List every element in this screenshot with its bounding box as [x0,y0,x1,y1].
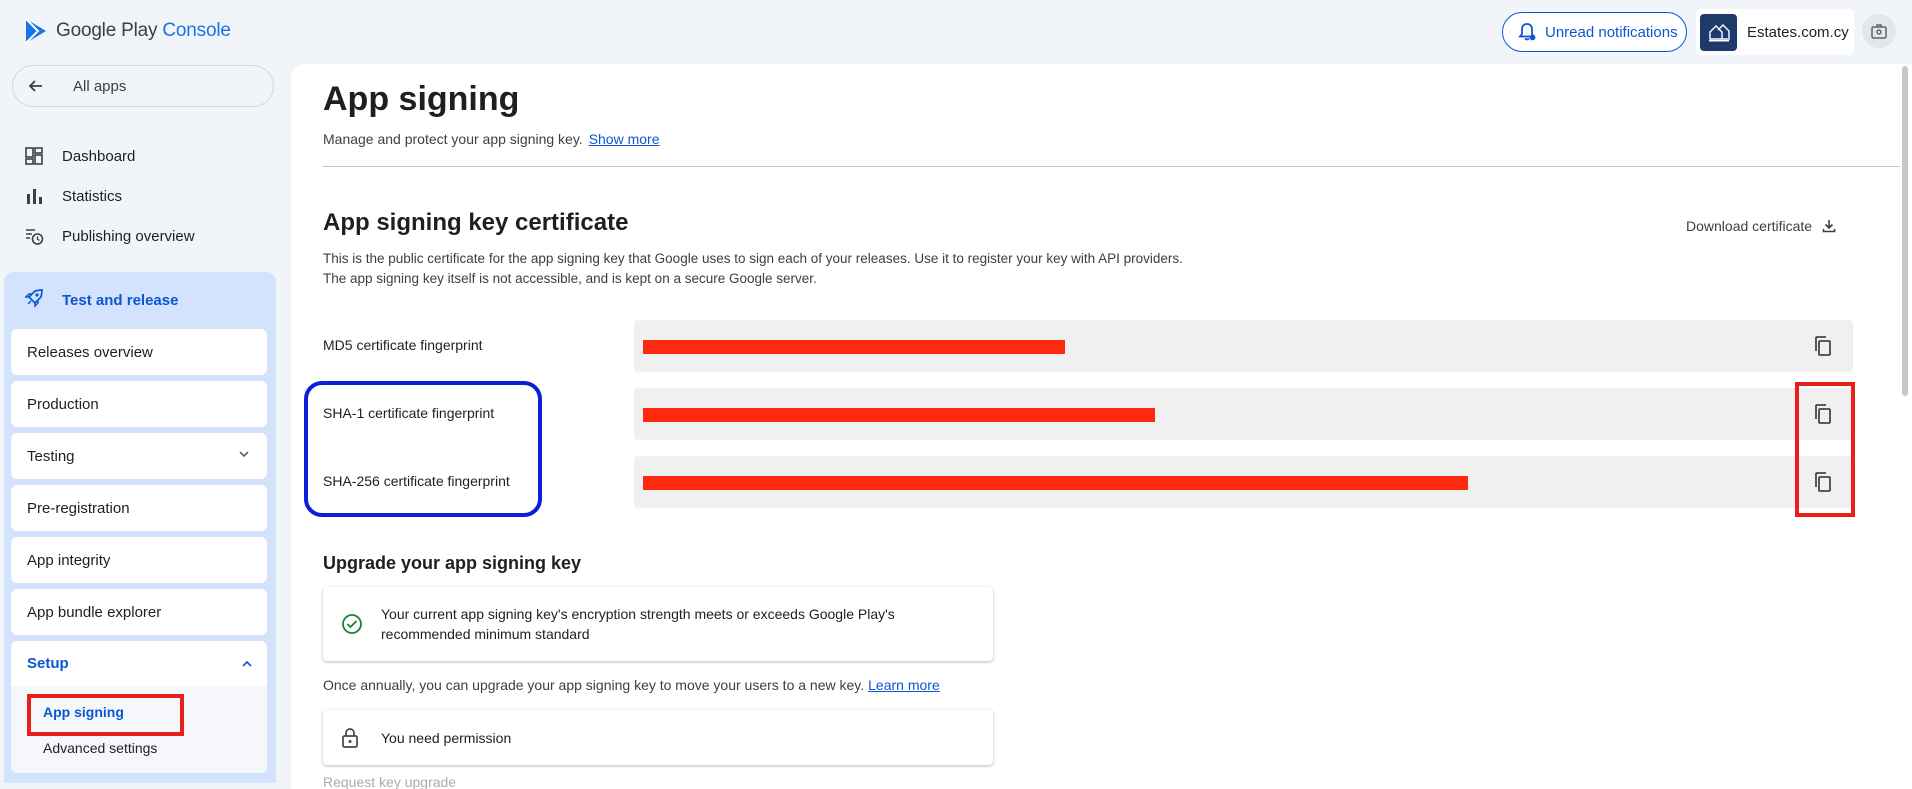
redacted-value [643,340,1065,354]
all-apps-button[interactable]: All apps [12,65,274,107]
sha256-fingerprint-field [634,456,1853,508]
sidebar-item-test-and-release[interactable]: Test and release [24,288,178,312]
bar-chart-icon [24,186,44,206]
md5-fingerprint-label: MD5 certificate fingerprint [323,337,483,353]
play-console-logo[interactable]: Google Play Console [24,18,231,44]
request-key-upgrade-button[interactable]: Request key upgrade [323,774,456,789]
annotation-highlight-app-signing [27,694,184,736]
sidebar-item-label: Publishing overview [62,227,195,245]
top-bar: Google Play Console Unread notifications… [0,0,1912,64]
sidebar-item-app-integrity[interactable]: App integrity [11,537,267,583]
developer-avatar [1700,13,1737,51]
annual-upgrade-text: Once annually, you can upgrade your app … [323,677,865,693]
chevron-up-icon[interactable] [240,657,254,671]
sidebar-item-testing[interactable]: Testing [11,433,267,479]
sidebar-item-label: App bundle explorer [27,603,162,621]
sidebar-item-pre-registration[interactable]: Pre-registration [11,485,267,531]
sidebar-item-label: Releases overview [27,343,153,361]
sidebar-item-releases-overview[interactable]: Releases overview [11,329,267,375]
notifications-label: Unread notifications [1545,23,1678,41]
key-strength-status-text: Your current app signing key's encryptio… [381,606,895,642]
play-logo-icon [25,18,46,44]
brand-name: Google Play [56,20,158,41]
chevron-down-icon [239,451,249,458]
download-icon [1822,220,1836,233]
sidebar-item-dashboard[interactable]: Dashboard [24,146,135,166]
sidebar-item-production[interactable]: Production [11,381,267,427]
download-certificate-label: Download certificate [1686,218,1813,234]
account-settings-button[interactable] [1862,14,1896,48]
show-more-link[interactable]: Show more [589,131,660,147]
sidebar-item-statistics[interactable]: Statistics [24,186,122,206]
upgrade-section-title: Upgrade your app signing key [323,553,582,573]
permission-text: You need permission [381,729,512,746]
redacted-value [643,408,1155,422]
sidebar-item-label: App integrity [27,551,111,569]
sidebar-item-app-bundle-explorer[interactable]: App bundle explorer [11,589,267,635]
brand-suffix: Console [162,20,231,41]
all-apps-label: All apps [73,77,127,95]
check-circle-icon [342,614,362,634]
sidebar-item-advanced-settings[interactable]: Advanced settings [43,740,157,756]
arrow-back-icon [28,80,42,92]
id-card-icon [1871,24,1887,39]
sha1-fingerprint-field [634,388,1853,440]
dashboard-icon [24,146,44,166]
unread-notifications-button[interactable]: Unread notifications [1502,12,1687,52]
lock-icon [342,727,358,748]
copy-icon[interactable] [1811,334,1835,358]
certificate-description: This is the public certificate for the a… [323,251,1183,286]
annual-upgrade-note: Once annually, you can upgrade your app … [323,677,940,693]
page-subtitle-text: Manage and protect your app signing key. [323,131,583,147]
sidebar-item-publishing-overview[interactable]: Publishing overview [24,226,195,246]
bell-icon [1518,23,1536,41]
sidebar-item-label: Statistics [62,187,123,205]
rocket-icon [24,288,44,312]
certificate-section-title: App signing key certificate [323,209,629,236]
sidebar-item-label: Testing [27,447,75,465]
page-title: App signing [323,80,520,118]
page-subtitle: Manage and protect your app signing key.… [323,131,660,147]
redacted-value [643,476,1468,490]
annotation-highlight-copy-buttons [1795,382,1855,517]
main-scrollbar[interactable] [1902,66,1908,396]
key-strength-status-card: Your current app signing key's encryptio… [323,587,993,661]
divider [323,166,1900,167]
sidebar-item-label: Production [27,395,99,413]
download-certificate-button[interactable]: Download certificate [1686,218,1836,234]
permission-card: You need permission [323,710,993,765]
sidebar-item-setup[interactable]: Setup [27,655,69,672]
sidebar-group-label: Test and release [62,291,179,309]
learn-more-link[interactable]: Learn more [868,677,940,693]
house-logo-icon [1708,24,1730,42]
sidebar-item-label: Pre-registration [27,499,130,517]
annotation-highlight-sha-labels [304,381,542,517]
sidebar-item-label: Dashboard [62,147,136,165]
md5-fingerprint-field [634,320,1853,372]
account-switcher[interactable]: Estates.com.cy [1696,9,1854,55]
account-name: Estates.com.cy [1747,23,1849,41]
publishing-history-icon [24,226,44,246]
